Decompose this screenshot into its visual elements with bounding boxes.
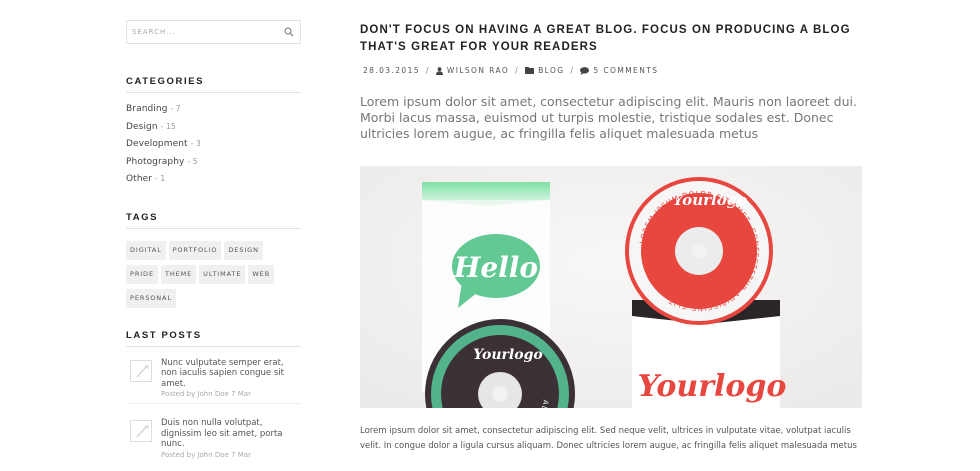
category-item[interactable]: Photography - 5 — [126, 157, 301, 175]
last-post-meta: Posted by John Doe 7 Mar — [161, 450, 251, 459]
post-author[interactable]: WILSON RAO — [447, 66, 509, 75]
search-icon[interactable] — [284, 27, 294, 37]
tag-web[interactable]: WEB — [248, 264, 275, 284]
post-date: 28.03.2015 — [363, 66, 420, 75]
last-post-title[interactable]: Nunc vulputate semper erat, non iaculis … — [161, 358, 301, 390]
search-input[interactable]: SEARCH... — [132, 28, 176, 36]
tag-ultimate[interactable]: ULTIMATE — [199, 264, 246, 284]
meta-separator: / — [570, 66, 575, 75]
folder-icon — [525, 67, 535, 74]
tags-title: TAGS — [126, 212, 301, 229]
post-meta: 28.03.2015 / WILSON RAO / BLOG / 5 COMME… — [360, 66, 862, 75]
category-item[interactable]: Development - 3 — [126, 139, 301, 157]
post-featured-image: Hello Yourlogo ADIPISCING ELIT Yourlogo … — [360, 166, 862, 408]
category-item[interactable]: Design - 15 — [126, 122, 301, 140]
post-body: Lorem ipsum dolor sit amet, consectetur … — [360, 426, 857, 451]
blog-post: DON'T FOCUS ON HAVING A GREAT BLOG. FOCU… — [360, 22, 862, 454]
sleeve-logo: Yourlogo — [638, 369, 787, 404]
dark-disc-logo: Yourlogo — [473, 347, 542, 363]
category-label[interactable]: Branding — [126, 104, 168, 114]
category-item[interactable]: Branding - 7 — [126, 104, 301, 122]
comments-icon — [580, 66, 590, 75]
category-count: - 15 — [160, 121, 176, 131]
last-post-item[interactable]: Duis non nulla volutpat, dignissim leo s… — [126, 404, 301, 464]
post-title[interactable]: DON'T FOCUS ON HAVING A GREAT BLOG. FOCU… — [360, 22, 862, 56]
category-label[interactable]: Development — [126, 139, 188, 149]
post-category[interactable]: BLOG — [538, 66, 564, 75]
last-post-title[interactable]: Duis non nulla volutpat, dignissim leo s… — [161, 418, 301, 450]
meta-separator: / — [425, 66, 430, 75]
tag-pride[interactable]: PRIDE — [126, 264, 158, 284]
tag-design[interactable]: DESIGN — [224, 240, 263, 260]
post-thumbnail-icon[interactable] — [130, 420, 152, 442]
categories-widget: CATEGORIES Branding - 7 Design - 15 Deve… — [126, 76, 301, 192]
last-posts-title: LAST POSTS — [126, 330, 301, 347]
tags-widget: TAGS DIGITAL PORTFOLIO DESIGN PRIDE THEM… — [126, 212, 301, 308]
tag-portfolio[interactable]: PORTFOLIO — [168, 240, 222, 260]
tag-digital[interactable]: DIGITAL — [126, 240, 166, 260]
last-post-meta: Posted by John Doe 7 Mar — [161, 390, 251, 398]
hello-lettering: Hello — [453, 251, 538, 284]
sidebar: SEARCH... CATEGORIES Branding - 7 Design… — [126, 20, 301, 464]
tag-personal[interactable]: PERSONAL — [126, 288, 176, 308]
last-post-item[interactable]: Nunc vulputate semper erat, non iaculis … — [126, 347, 301, 404]
category-item[interactable]: Other - 1 — [126, 174, 301, 192]
post-lead: Lorem ipsum dolor sit amet, consectetur … — [360, 94, 857, 141]
category-label[interactable]: Photography — [126, 157, 184, 167]
category-count: - 1 — [155, 174, 166, 183]
categories-title: CATEGORIES — [126, 76, 301, 93]
category-label[interactable]: Other — [126, 174, 152, 184]
last-posts-widget: LAST POSTS Nunc vulputate semper erat, n… — [126, 330, 301, 464]
user-icon — [435, 66, 443, 75]
category-count: - 7 — [170, 104, 181, 113]
post-thumbnail-icon[interactable] — [130, 359, 152, 382]
category-label[interactable]: Design — [126, 122, 158, 132]
meta-separator: / — [515, 66, 520, 75]
cd-mockup-illustration: Hello Yourlogo ADIPISCING ELIT Yourlogo … — [360, 166, 862, 408]
category-count: - 5 — [187, 156, 198, 166]
category-count: - 3 — [190, 139, 201, 148]
tag-theme[interactable]: THEME — [160, 264, 197, 284]
search-box[interactable]: SEARCH... — [126, 20, 301, 44]
post-comments[interactable]: 5 COMMENTS — [593, 66, 658, 75]
